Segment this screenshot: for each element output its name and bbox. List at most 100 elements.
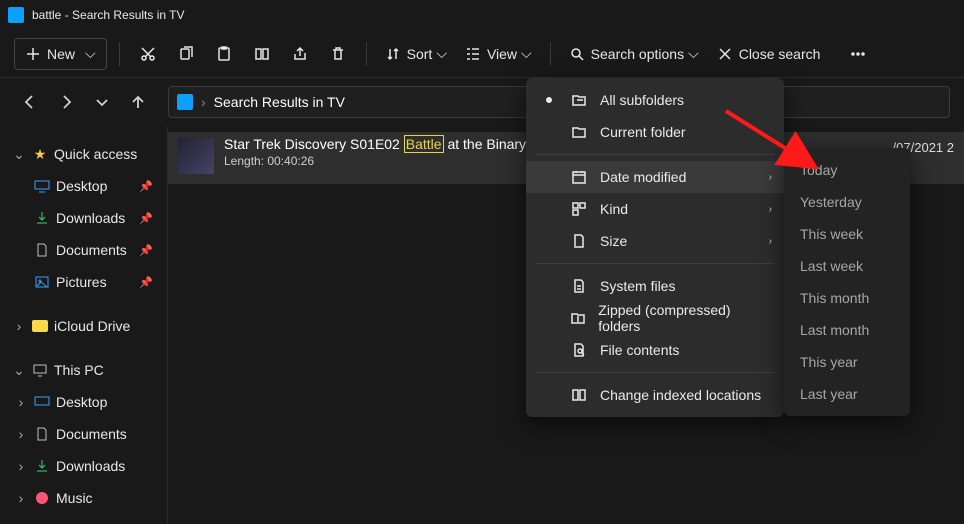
menu-separator [536, 372, 774, 373]
date-modified-submenu: Today Yesterday This week Last week This… [784, 148, 910, 416]
sidebar-quick-access[interactable]: ⌄ ★ Quick access [4, 138, 163, 170]
submenu-label: This year [800, 354, 858, 370]
chevron-down-icon: ⌵ [436, 45, 447, 62]
chevron-right-icon: › [14, 394, 28, 410]
sidebar-label: Documents [56, 242, 127, 258]
nav-row: › Search Results in TV [0, 78, 964, 126]
recent-button[interactable] [86, 86, 118, 118]
toolbar: New ⌵ Sort ⌵ View ⌵ Search options ⌵ Clo… [0, 30, 964, 78]
close-icon [717, 46, 733, 62]
menu-separator [536, 154, 774, 155]
submenu-last-week[interactable]: Last week [784, 250, 910, 282]
close-search-button[interactable]: Close search [711, 38, 827, 70]
sidebar-label: Documents [56, 426, 127, 442]
menu-date-modified[interactable]: Date modified › [526, 161, 784, 193]
title-post: at the Binary [444, 136, 527, 152]
contents-icon [570, 342, 588, 358]
copy-button[interactable] [170, 38, 202, 70]
menu-file-contents[interactable]: File contents [526, 334, 784, 366]
sidebar-item-downloads[interactable]: Downloads📌 [4, 202, 163, 234]
chevron-right-icon: › [769, 236, 772, 247]
menu-label: Change indexed locations [600, 387, 761, 403]
menu-label: Current folder [600, 124, 686, 140]
rename-button[interactable] [246, 38, 278, 70]
sidebar-item-desktop[interactable]: Desktop📌 [4, 170, 163, 202]
sidebar-this-pc[interactable]: ⌄ This PC [4, 354, 163, 386]
sidebar-label: iCloud Drive [54, 318, 130, 334]
new-button[interactable]: New ⌵ [14, 38, 107, 70]
search-options-menu: All subfolders Current folder Date modif… [526, 78, 784, 417]
menu-system-files[interactable]: System files [526, 270, 784, 302]
chevron-right-icon: › [769, 172, 772, 183]
submenu-label: This month [800, 290, 869, 306]
sidebar-pc-music[interactable]: › Music [4, 482, 163, 514]
kind-icon [570, 201, 588, 217]
chevron-right-icon: › [14, 490, 28, 506]
menu-zipped[interactable]: Zipped (compressed) folders [526, 302, 784, 334]
menu-all-subfolders[interactable]: All subfolders [526, 84, 784, 116]
menu-label: Date modified [600, 169, 686, 185]
system-icon [570, 278, 588, 294]
cut-button[interactable] [132, 38, 164, 70]
submenu-last-year[interactable]: Last year [784, 378, 910, 410]
scissors-icon [140, 46, 156, 62]
more-button[interactable] [842, 38, 874, 70]
pictures-icon [34, 274, 50, 290]
breadcrumb-text: Search Results in TV [214, 94, 345, 110]
chevron-right-icon: › [14, 426, 28, 442]
sidebar-item-documents[interactable]: Documents 📌 [4, 234, 163, 266]
menu-change-indexed[interactable]: Change indexed locations [526, 379, 784, 411]
submenu-this-year[interactable]: This year [784, 346, 910, 378]
sort-button[interactable]: Sort ⌵ [379, 38, 453, 70]
submenu-yesterday[interactable]: Yesterday [784, 186, 910, 218]
clipboard-icon [216, 46, 232, 62]
sidebar-item-pictures[interactable]: Pictures📌 [4, 266, 163, 298]
share-button[interactable] [284, 38, 316, 70]
rename-icon [254, 46, 270, 62]
up-button[interactable] [122, 86, 154, 118]
menu-label: All subfolders [600, 92, 684, 108]
sidebar-label: Music [56, 490, 93, 506]
sidebar-pc-downloads[interactable]: ›Downloads [4, 450, 163, 482]
chevron-right-icon: › [769, 204, 772, 215]
submenu-this-week[interactable]: This week [784, 218, 910, 250]
star-icon: ★ [32, 146, 48, 162]
submenu-last-month[interactable]: Last month [784, 314, 910, 346]
sidebar-pc-documents[interactable]: › Documents [4, 418, 163, 450]
menu-label: Zipped (compressed) folders [598, 302, 768, 334]
delete-button[interactable] [322, 38, 354, 70]
title-bar: battle - Search Results in TV [0, 0, 964, 30]
separator [550, 42, 551, 66]
menu-size[interactable]: Size› [526, 225, 784, 257]
search-options-button[interactable]: Search options ⌵ [563, 38, 705, 70]
sidebar-pc-desktop[interactable]: ›Desktop [4, 386, 163, 418]
title-pre: Star Trek Discovery S01E02 [224, 136, 404, 152]
menu-label: File contents [600, 342, 679, 358]
submenu-today[interactable]: Today [784, 154, 910, 186]
separator [366, 42, 367, 66]
submenu-label: Last week [800, 258, 863, 274]
document-icon [34, 242, 50, 258]
pin-icon: 📌 [139, 244, 153, 257]
document-icon [34, 426, 50, 442]
menu-separator [536, 263, 774, 264]
back-button[interactable] [14, 86, 46, 118]
forward-button[interactable] [50, 86, 82, 118]
search-highlight: Battle [404, 135, 444, 153]
size-icon [570, 233, 588, 249]
window-title: battle - Search Results in TV [32, 8, 185, 22]
download-icon [34, 210, 50, 226]
menu-current-folder[interactable]: Current folder [526, 116, 784, 148]
pin-icon: 📌 [139, 212, 153, 225]
sidebar-label: Pictures [56, 274, 107, 290]
view-button[interactable]: View ⌵ [459, 38, 538, 70]
copy-icon [178, 46, 194, 62]
paste-button[interactable] [208, 38, 240, 70]
pin-icon: 📌 [139, 180, 153, 193]
menu-kind[interactable]: Kind› [526, 193, 784, 225]
download-icon [34, 458, 50, 474]
sidebar-icloud-drive[interactable]: › iCloud Drive [4, 310, 163, 342]
sidebar-label: Quick access [54, 146, 137, 162]
submenu-label: This week [800, 226, 863, 242]
submenu-this-month[interactable]: This month [784, 282, 910, 314]
